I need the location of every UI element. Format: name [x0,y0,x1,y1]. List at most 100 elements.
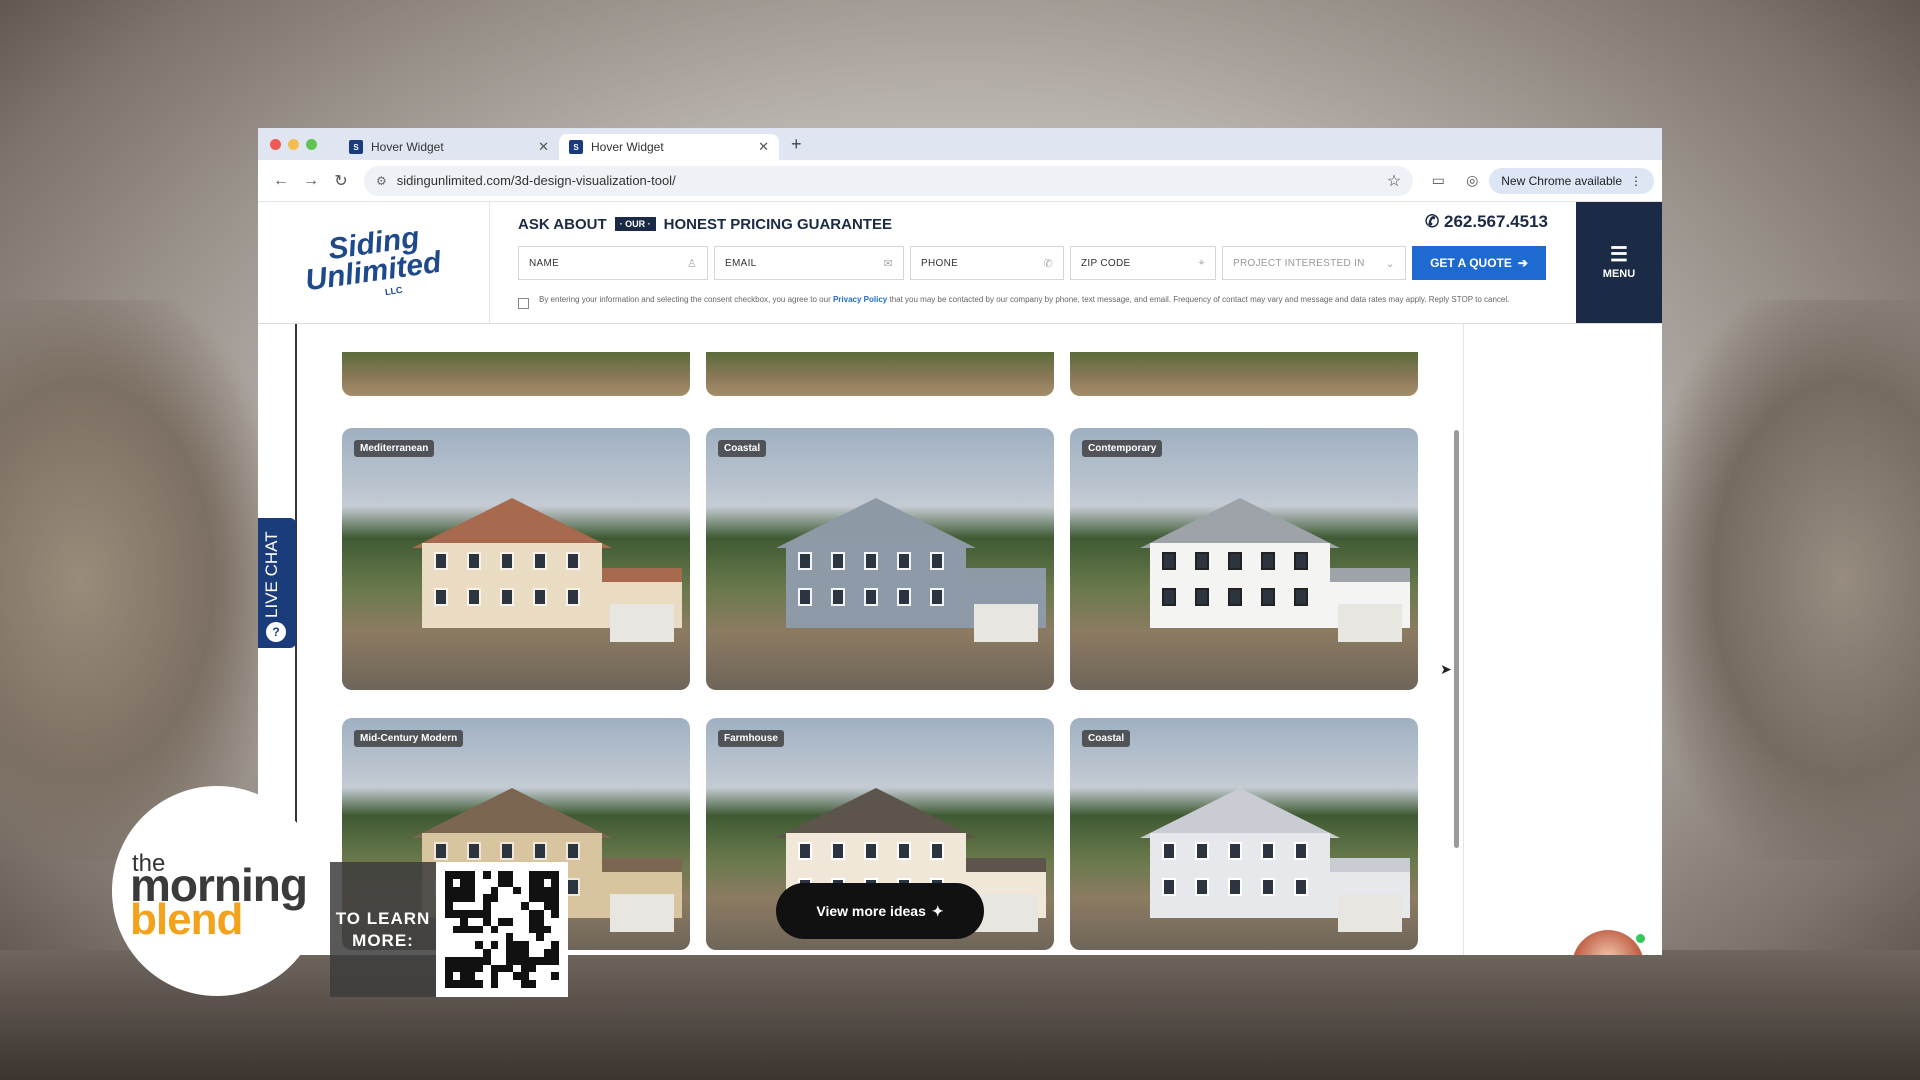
consent-row: By entering your information and selecti… [518,294,1550,309]
kebab-menu-icon[interactable]: ⋮ [1630,174,1642,188]
site-header: Siding Unlimited LLC ASK ABOUT · OUR · H… [258,202,1662,324]
chat-agent-avatar[interactable] [1572,930,1644,955]
divider [1463,324,1464,955]
gallery-card[interactable]: Coastal [706,428,1054,690]
guarantee-suffix: HONEST PRICING GUARANTEE [663,215,892,233]
url-text: sidingunlimited.com/3d-design-visualizat… [396,173,676,188]
tab-bar: S Hover Widget ✕ S Hover Widget ✕ + [258,128,1662,160]
address-bar: ← → ↻ ⚙ sidingunlimited.com/3d-design-vi… [258,160,1662,202]
house-illustration [776,498,1046,642]
background-blur-left [0,300,270,860]
background-floor [0,950,1920,1080]
style-tag: Mediterranean [354,440,435,457]
view-more-ideas-button[interactable]: View more ideas ✦ [776,883,984,939]
arrow-circle-icon: ➔ [1517,256,1528,270]
site-favicon-icon: S [349,140,363,154]
consent-checkbox[interactable] [518,298,529,309]
gallery-card-partial[interactable] [706,352,1054,396]
view-more-label: View more ideas [816,903,926,919]
live-chat-button[interactable]: LIVE CHAT ? [258,518,296,648]
quote-form: ASK ABOUT · OUR · HONEST PRICING GUARANT… [490,202,1576,323]
user-icon: ♙ [686,257,697,270]
close-window-button[interactable] [270,138,281,150]
new-tab-button[interactable]: + [791,134,802,155]
menu-label: MENU [1602,267,1636,280]
site-logo[interactable]: Siding Unlimited LLC [258,202,490,323]
browser-window: S Hover Widget ✕ S Hover Widget ✕ + ← → … [258,128,1662,955]
new-chrome-button[interactable]: New Chrome available ⋮ [1489,167,1654,194]
style-tag: Mid-Century Modern [354,730,464,747]
scrollbar[interactable] [1454,430,1459,848]
online-status-dot [1636,934,1645,943]
logo-line-3: LLC [384,284,403,297]
phone-field-icon: ✆ [1043,257,1053,270]
live-chat-label: LIVE CHAT [262,531,281,618]
forward-icon[interactable]: → [296,172,326,190]
qr-code [436,862,568,997]
email-field[interactable]: EMAIL ✉ [714,246,904,280]
phone-number: 262.567.4513 [1444,212,1548,231]
learn-more-label: TO LEARN MORE: [330,862,436,997]
house-illustration [1140,788,1410,932]
url-field[interactable]: ⚙ sidingunlimited.com/3d-design-visualiz… [364,165,1414,196]
chat-bubble-icon: ? [266,622,286,642]
phone-placeholder: PHONE [921,257,959,269]
reload-icon[interactable]: ↻ [326,171,356,191]
gallery-card-partial[interactable] [342,352,690,396]
brand-blend: blend [130,895,243,944]
chevron-down-icon: ⌄ [1385,257,1395,270]
tab-label: Hover Widget [371,140,444,154]
gallery-card[interactable]: Contemporary [1070,428,1418,690]
tab-hover-widget-1[interactable]: S Hover Widget ✕ [339,134,559,160]
site-info-icon[interactable]: ⚙ [376,174,387,188]
tab-hover-widget-2[interactable]: S Hover Widget ✕ [559,134,779,160]
our-badge: · OUR · [614,217,656,231]
gallery-area: Mediterranean Coastal Contemporary Mid-Cent… [258,324,1662,955]
project-placeholder: PROJECT INTERESTED IN [1233,257,1365,269]
guarantee-prefix: ASK ABOUT [518,215,607,233]
mail-icon: ✉ [883,257,893,270]
gallery-card-partial[interactable] [1070,352,1418,396]
style-tag: Coastal [718,440,767,457]
name-placeholder: NAME [529,257,560,269]
mouse-cursor-icon: ➤ [1440,661,1452,677]
logo-line-2: Unlimited [303,245,444,297]
gallery-card[interactable]: Coastal [1070,718,1418,950]
maximize-window-button[interactable] [306,138,317,150]
phone-field[interactable]: PHONE ✆ [910,246,1064,280]
bookmark-star-icon[interactable]: ☆ [1387,171,1401,191]
project-select[interactable]: PROJECT INTERESTED IN ⌄ [1222,246,1406,280]
window-controls [270,138,317,150]
back-icon[interactable]: ← [266,172,296,190]
email-placeholder: EMAIL [725,257,757,269]
house-illustration [1140,498,1410,642]
consent-text-1: By entering your information and selecti… [539,295,831,304]
menu-button[interactable]: ☰ MENU [1576,202,1662,323]
name-field[interactable]: NAME ♙ [518,246,708,280]
privacy-policy-link[interactable]: Privacy Policy [833,295,887,304]
new-chrome-label: New Chrome available [1501,173,1622,188]
gallery-card[interactable]: Mediterranean [342,428,690,690]
quote-label: GET A QUOTE [1430,256,1512,270]
profile-icon[interactable]: ◎ [1455,172,1489,189]
close-tab-icon[interactable]: ✕ [758,139,769,155]
phone-link[interactable]: ✆ 262.567.4513 [1425,212,1548,232]
style-tag: Coastal [1082,730,1131,747]
sparkle-icon: ✦ [931,902,944,919]
close-tab-icon[interactable]: ✕ [538,139,549,155]
site-favicon-icon: S [569,140,583,154]
form-fields: NAME ♙ EMAIL ✉ PHONE ✆ ZIP CODE ⌖ PROJEC… [518,246,1550,280]
hamburger-icon: ☰ [1610,243,1628,266]
phone-icon: ✆ [1425,212,1440,231]
style-tag: Contemporary [1082,440,1163,457]
zip-field[interactable]: ZIP CODE ⌖ [1070,246,1216,280]
get-a-quote-button[interactable]: GET A QUOTE ➔ [1412,246,1546,280]
pricing-guarantee: ASK ABOUT · OUR · HONEST PRICING GUARANT… [518,212,1550,236]
location-pin-icon: ⌖ [1198,256,1205,269]
minimize-window-button[interactable] [288,138,299,150]
consent-text-2: that you may be contacted by our company… [889,295,1510,304]
tab-search-icon[interactable]: ▭ [1421,172,1455,189]
consent-text: By entering your information and selecti… [539,294,1509,309]
style-tag: Farmhouse [718,730,784,747]
tab-label: Hover Widget [591,140,664,154]
